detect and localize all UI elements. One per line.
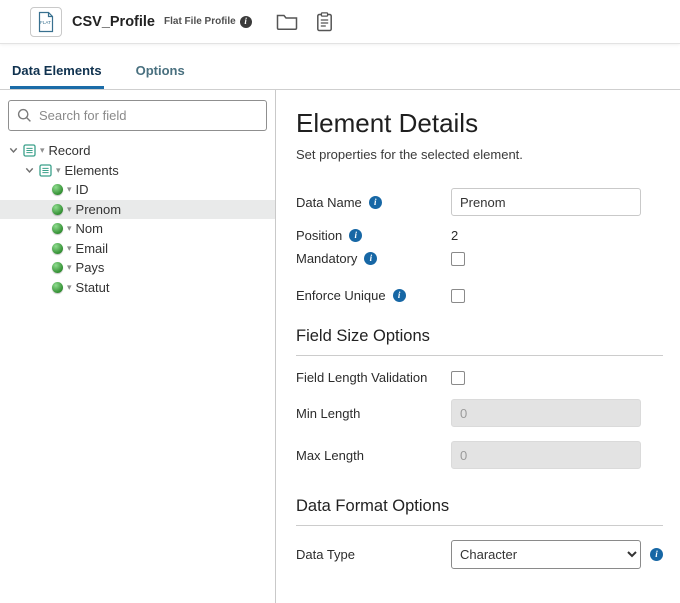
info-icon[interactable] bbox=[650, 548, 663, 561]
element-tree-panel: Record Elements ID bbox=[0, 90, 276, 603]
element-tree: Record Elements ID bbox=[0, 141, 275, 297]
dropdown-caret-icon[interactable] bbox=[67, 223, 72, 234]
info-icon[interactable] bbox=[349, 229, 362, 242]
element-icon bbox=[52, 223, 63, 234]
profile-title: CSV_Profile bbox=[72, 14, 155, 30]
data-format-options-heading: Data Format Options bbox=[296, 497, 663, 526]
chevron-down-icon[interactable] bbox=[24, 165, 35, 176]
tree-item-elements[interactable]: Elements bbox=[0, 161, 275, 181]
tab-options[interactable]: Options bbox=[134, 55, 187, 89]
max-length-label: Max Length bbox=[296, 448, 364, 463]
data-name-input[interactable] bbox=[451, 188, 641, 216]
search-input[interactable] bbox=[8, 100, 267, 131]
tree-item-field[interactable]: Nom bbox=[0, 219, 275, 239]
document-icon: FLAT bbox=[36, 11, 56, 33]
max-length-input bbox=[451, 441, 641, 469]
tree-item-label: Email bbox=[76, 241, 109, 256]
data-name-label: Data Name bbox=[296, 195, 362, 210]
tree-item-label: Prenom bbox=[76, 202, 122, 217]
element-icon bbox=[52, 282, 63, 293]
dropdown-caret-icon[interactable] bbox=[67, 262, 72, 273]
dropdown-caret-icon[interactable] bbox=[40, 145, 45, 156]
field-size-options-heading: Field Size Options bbox=[296, 327, 663, 356]
field-length-validation-label: Field Length Validation bbox=[296, 370, 427, 385]
dropdown-caret-icon[interactable] bbox=[56, 165, 61, 176]
chevron-down-icon[interactable] bbox=[8, 145, 19, 156]
element-icon bbox=[52, 243, 63, 254]
dropdown-caret-icon[interactable] bbox=[67, 243, 72, 254]
clipboard-button[interactable] bbox=[314, 10, 335, 34]
record-icon bbox=[23, 144, 36, 157]
info-icon[interactable] bbox=[393, 289, 406, 302]
position-value: 2 bbox=[451, 228, 458, 243]
page-subtitle: Set properties for the selected element. bbox=[296, 147, 663, 162]
info-icon[interactable] bbox=[364, 252, 377, 265]
element-icon bbox=[52, 184, 63, 195]
tab-data-elements[interactable]: Data Elements bbox=[10, 55, 104, 89]
position-label: Position bbox=[296, 228, 342, 243]
field-length-validation-checkbox[interactable] bbox=[451, 371, 465, 385]
profile-subtitle: Flat File Profile bbox=[164, 16, 236, 27]
data-type-label: Data Type bbox=[296, 547, 355, 562]
clipboard-icon bbox=[316, 12, 333, 32]
folder-button[interactable] bbox=[274, 11, 300, 32]
flat-file-profile-icon: FLAT bbox=[30, 7, 62, 37]
mandatory-label: Mandatory bbox=[296, 251, 357, 266]
tree-item-field[interactable]: Statut bbox=[0, 278, 275, 298]
element-icon bbox=[52, 204, 63, 215]
dropdown-caret-icon[interactable] bbox=[67, 282, 72, 293]
profile-tabs: Data Elements Options bbox=[0, 44, 680, 90]
page-title: Element Details bbox=[296, 108, 663, 138]
min-length-input bbox=[451, 399, 641, 427]
enforce-unique-label: Enforce Unique bbox=[296, 288, 386, 303]
tree-item-record[interactable]: Record bbox=[0, 141, 275, 161]
tree-item-label: ID bbox=[76, 182, 89, 197]
tree-item-label: Statut bbox=[76, 280, 110, 295]
profile-info-icon[interactable] bbox=[240, 16, 252, 28]
enforce-unique-checkbox[interactable] bbox=[451, 289, 465, 303]
dropdown-caret-icon[interactable] bbox=[67, 184, 72, 195]
tree-item-label: Pays bbox=[76, 260, 105, 275]
tree-item-label: Nom bbox=[76, 221, 103, 236]
search-icon bbox=[17, 108, 32, 123]
info-icon[interactable] bbox=[369, 196, 382, 209]
svg-text:FLAT: FLAT bbox=[40, 20, 51, 25]
tree-item-field[interactable]: Prenom bbox=[0, 200, 275, 220]
data-type-select[interactable]: Character bbox=[451, 540, 641, 569]
dropdown-caret-icon[interactable] bbox=[67, 204, 72, 215]
profile-header: FLAT CSV_Profile Flat File Profile bbox=[0, 0, 680, 44]
record-icon bbox=[39, 164, 52, 177]
tree-item-label: Record bbox=[49, 143, 91, 158]
folder-icon bbox=[276, 13, 298, 30]
tree-item-field[interactable]: Pays bbox=[0, 258, 275, 278]
min-length-label: Min Length bbox=[296, 406, 360, 421]
element-icon bbox=[52, 262, 63, 273]
mandatory-checkbox[interactable] bbox=[451, 252, 465, 266]
tree-item-field[interactable]: Email bbox=[0, 239, 275, 259]
tree-item-field[interactable]: ID bbox=[0, 180, 275, 200]
element-details-panel: Element Details Set properties for the s… bbox=[276, 90, 680, 603]
tree-item-label: Elements bbox=[65, 163, 119, 178]
